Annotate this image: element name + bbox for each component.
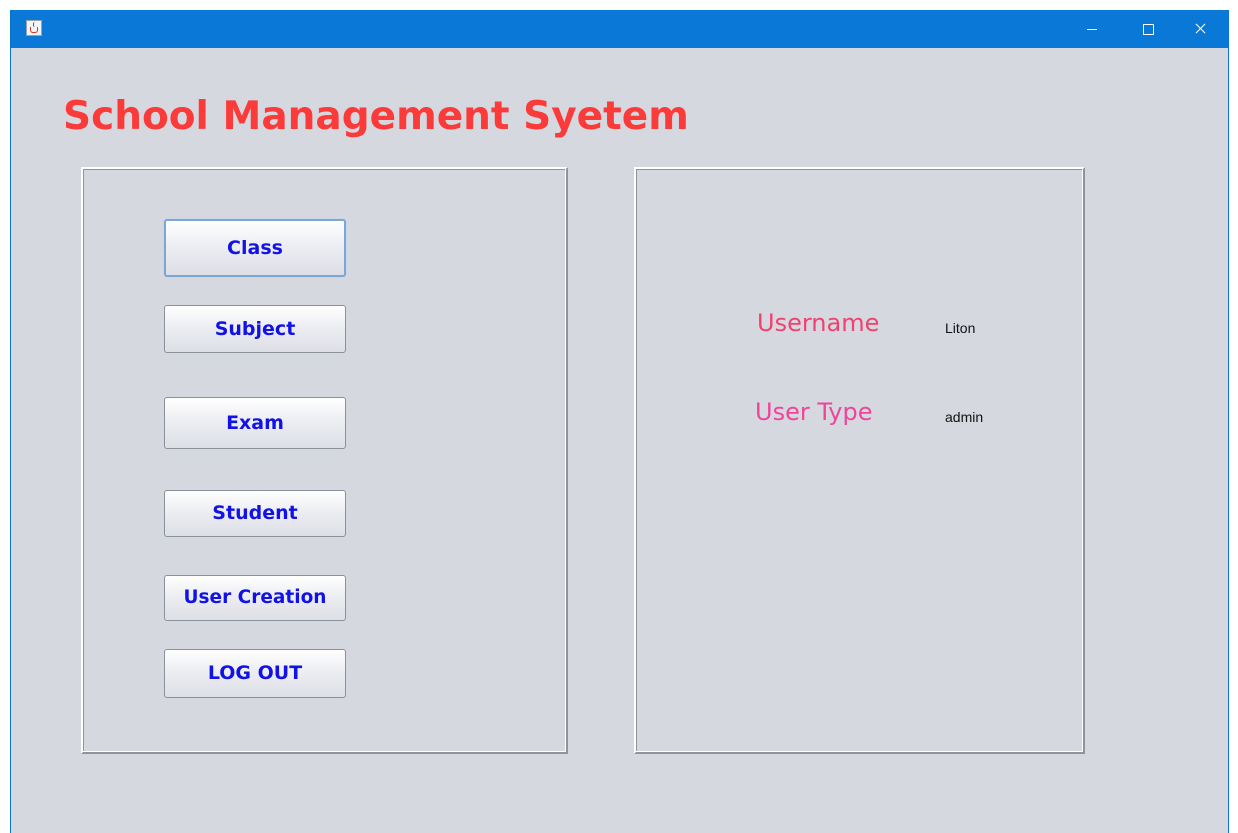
user-info-panel: Username Liton User Type admin bbox=[634, 167, 1085, 754]
app-window: School Management Syetem Class Subject E… bbox=[10, 10, 1229, 833]
logout-button[interactable]: LOG OUT bbox=[164, 649, 346, 698]
java-app-icon[interactable] bbox=[26, 20, 42, 36]
title-bar bbox=[11, 10, 1228, 48]
user-creation-button[interactable]: User Creation bbox=[164, 575, 346, 621]
java-cup-shape bbox=[30, 27, 38, 33]
student-button[interactable]: Student bbox=[164, 490, 346, 537]
navigation-panel: Class Subject Exam Student User Creation… bbox=[81, 167, 568, 754]
user-type-label: User Type bbox=[755, 398, 873, 426]
maximize-icon bbox=[1143, 24, 1154, 35]
close-button[interactable] bbox=[1177, 10, 1223, 48]
username-label: Username bbox=[757, 309, 880, 337]
page-title: School Management Syetem bbox=[63, 94, 689, 139]
minimize-button[interactable] bbox=[1069, 10, 1115, 48]
class-button[interactable]: Class bbox=[164, 219, 346, 277]
username-value: Liton bbox=[945, 320, 976, 336]
user-type-value: admin bbox=[945, 409, 984, 425]
subject-button[interactable]: Subject bbox=[164, 305, 346, 353]
minimize-icon bbox=[1087, 29, 1097, 30]
maximize-button[interactable] bbox=[1125, 10, 1171, 48]
exam-button[interactable]: Exam bbox=[164, 397, 346, 449]
